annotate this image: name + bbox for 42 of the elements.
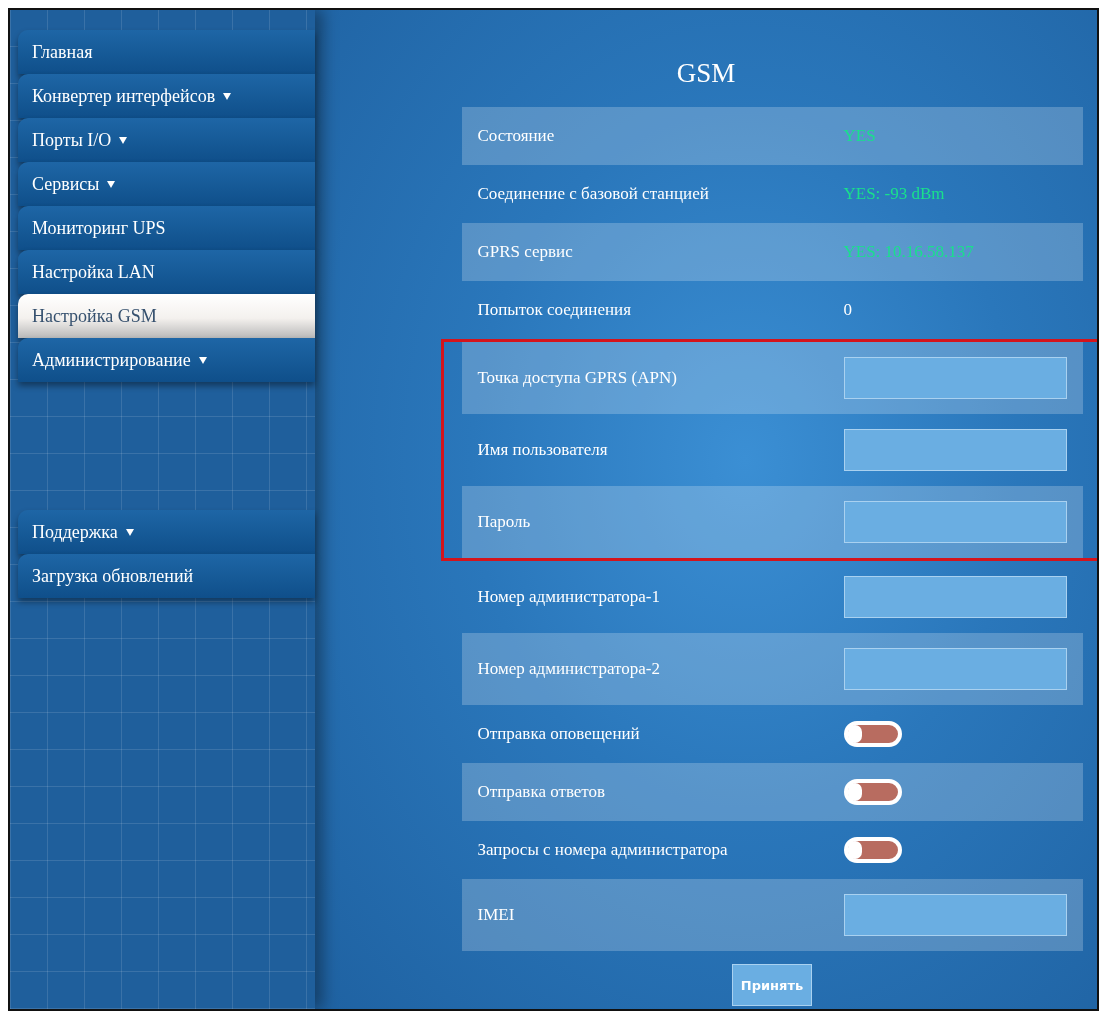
sidebar-item[interactable]: Сервисы [18, 162, 315, 206]
sidebar-item[interactable]: Настройка LAN [18, 250, 315, 294]
field-label: Имя пользователя [477, 440, 609, 460]
sidebar-item[interactable]: Загрузка обновлений [18, 554, 315, 598]
field-label: Попыток соединения [477, 300, 632, 320]
status-value: YES: 10.16.58.137 [843, 242, 974, 262]
sidebar-item[interactable]: Поддержка [18, 510, 315, 554]
input-field[interactable] [843, 648, 1067, 690]
input-field[interactable] [843, 894, 1067, 936]
sidebar-item[interactable]: Порты I/O [18, 118, 315, 162]
field-label: Отправка оповещений [477, 724, 641, 744]
field-label: Точка доступа GPRS (APN) [477, 368, 678, 388]
input-field[interactable] [843, 357, 1067, 399]
page-title: GSM [676, 58, 736, 89]
field-label: Запросы с номера администратора [477, 840, 729, 860]
sidebar-item[interactable]: Мониторинг UPS [18, 206, 315, 250]
caret-icon [223, 92, 232, 100]
toggle-switch[interactable] [843, 721, 902, 747]
input-field[interactable] [843, 501, 1067, 543]
input-field[interactable] [843, 429, 1067, 471]
status-value: YES: -93 dBm [843, 184, 945, 204]
field-label: Номер администратора-1 [477, 587, 661, 607]
status-value: YES [843, 126, 876, 146]
sidebar-item[interactable]: Администрирование [18, 338, 315, 382]
field-label: IMEI [477, 905, 516, 925]
sidebar-item[interactable]: Главная [18, 30, 315, 74]
field-label: Номер администратора-2 [477, 659, 661, 679]
caret-icon [119, 136, 128, 144]
field-label: Соединение с базовой станцией [477, 184, 710, 204]
field-label: Пароль [477, 512, 532, 532]
caret-icon [125, 528, 134, 536]
field-label: Отправка ответов [477, 782, 607, 802]
sidebar-item[interactable]: Настройка GSM [18, 294, 315, 338]
field-label: GPRS сервис [477, 242, 574, 262]
toggle-switch[interactable] [843, 837, 902, 863]
input-field[interactable] [843, 576, 1067, 618]
toggle-switch[interactable] [843, 779, 902, 805]
caret-icon [198, 356, 207, 364]
sidebar-item[interactable]: Конвертер интерфейсов [18, 74, 315, 118]
caret-icon [107, 180, 116, 188]
field-value: 0 [843, 300, 852, 320]
field-label: Состояние [477, 126, 556, 146]
